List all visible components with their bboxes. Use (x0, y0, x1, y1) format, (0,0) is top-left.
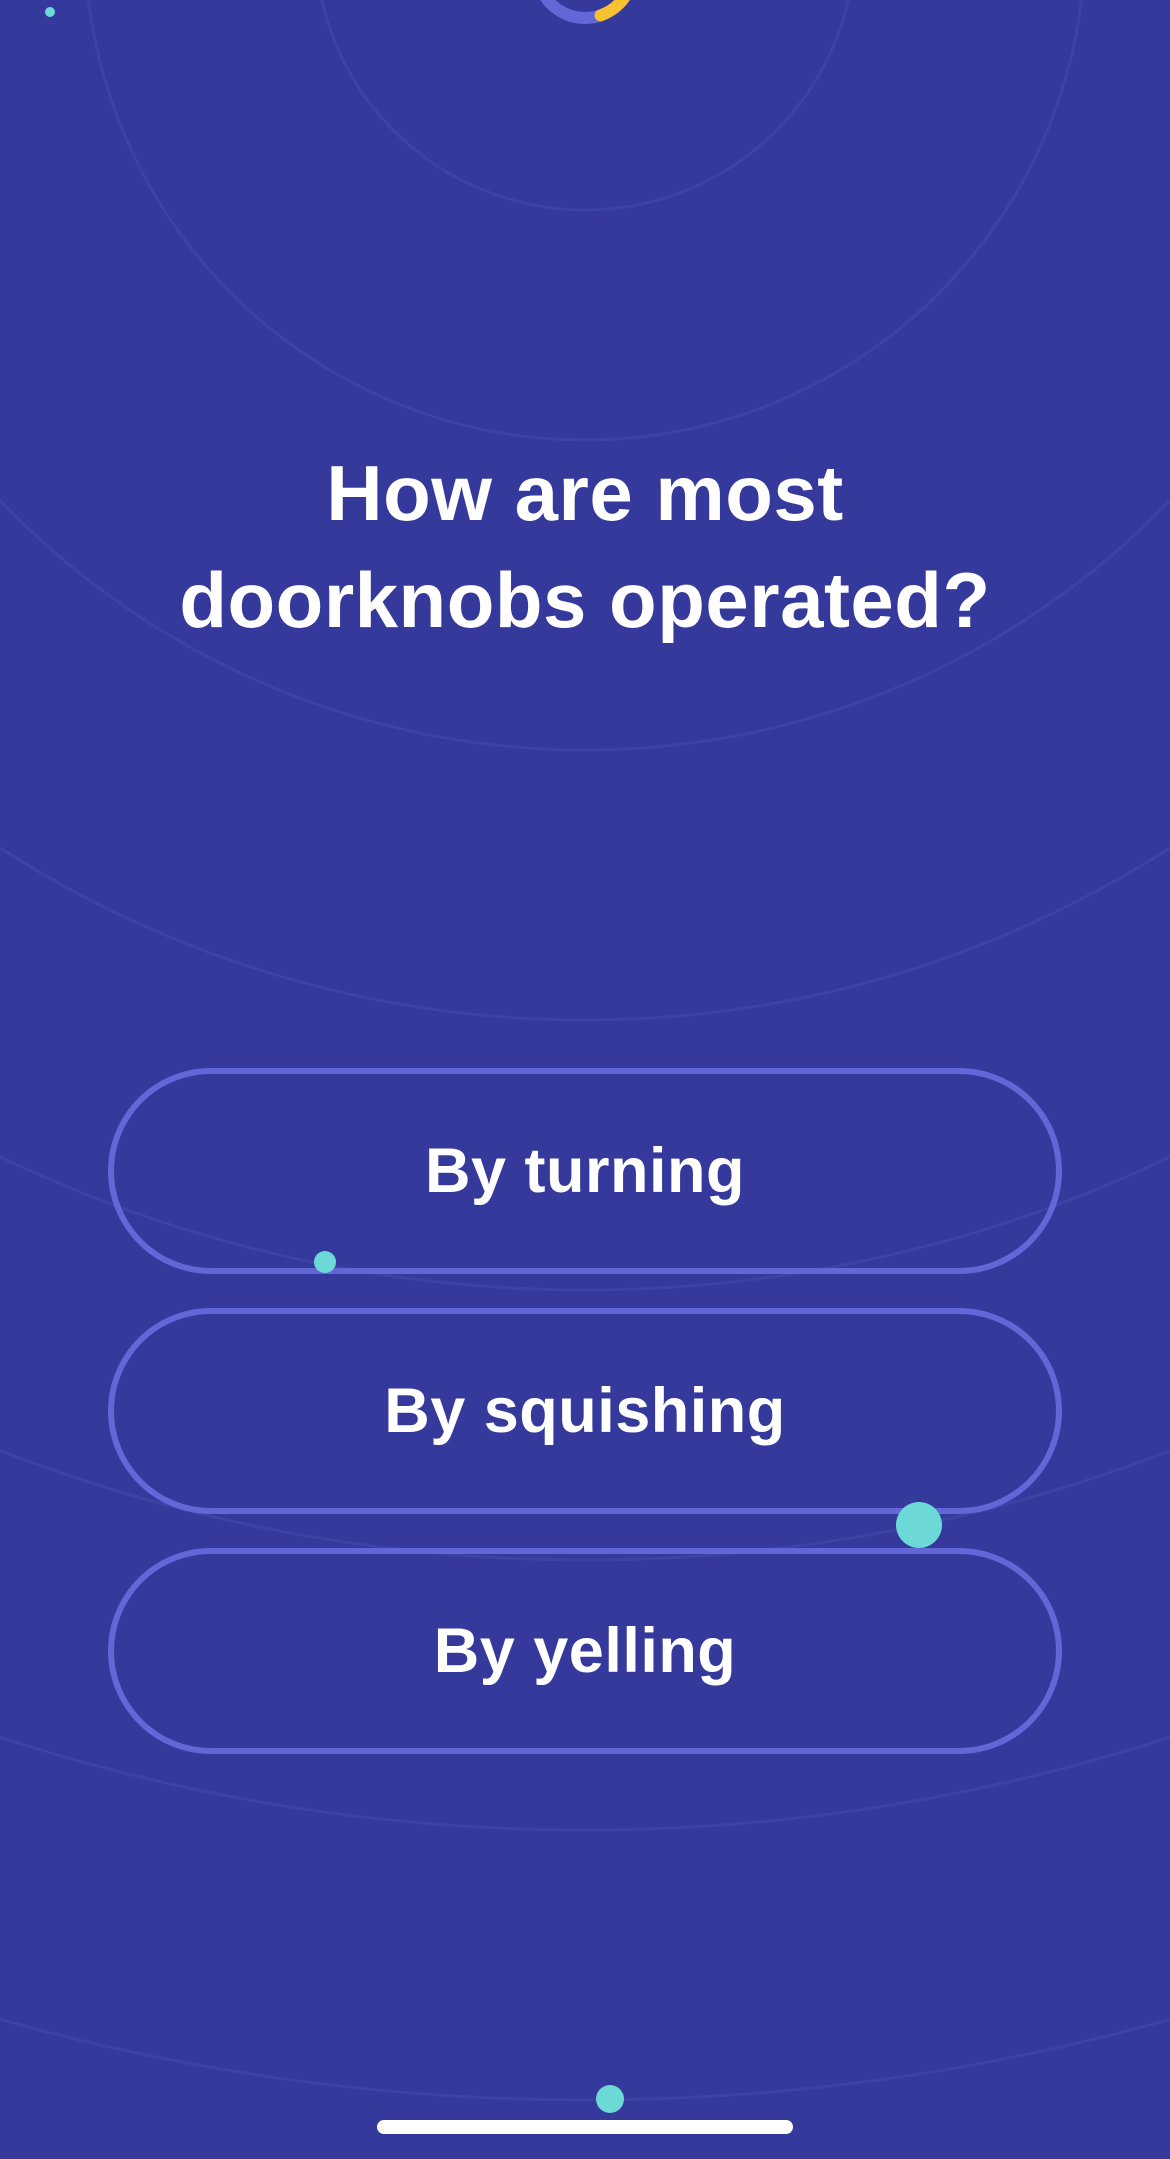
answer-button-by-yelling[interactable]: By yelling (108, 1548, 1062, 1754)
answer-label: By squishing (384, 1376, 786, 1446)
question-line-1: How are most (326, 449, 844, 537)
home-indicator[interactable] (377, 2120, 793, 2134)
answer-label: By yelling (433, 1616, 737, 1686)
question-line-2: doorknobs operated? (179, 556, 991, 644)
countdown-ring-icon (540, 0, 630, 24)
answer-button-by-squishing[interactable]: By squishing (108, 1308, 1062, 1514)
answer-options: By turning By squishing By yelling (108, 1068, 1062, 1788)
quiz-screen: How are most doorknobs operated? By turn… (0, 0, 1170, 2159)
answer-button-by-turning[interactable]: By turning (108, 1068, 1062, 1274)
question-text: How are most doorknobs operated? (60, 440, 1110, 654)
answer-label: By turning (425, 1136, 745, 1206)
